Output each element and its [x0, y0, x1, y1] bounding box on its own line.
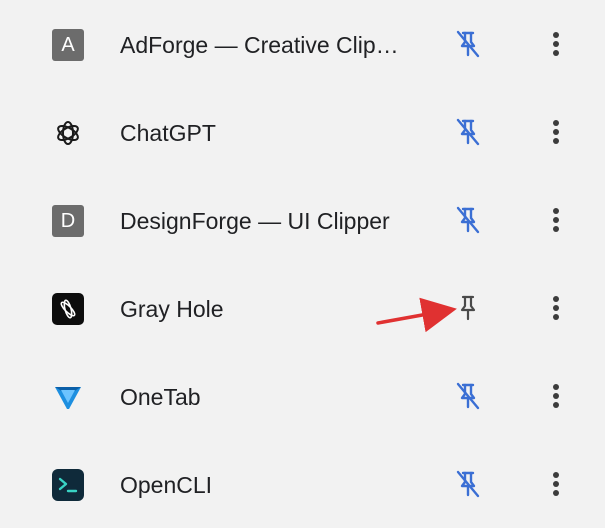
- more-options-button[interactable]: [540, 202, 572, 238]
- more-options-button[interactable]: [540, 290, 572, 326]
- extension-row-designforge: D DesignForge — UI Clipper: [0, 176, 605, 264]
- extensions-list: A AdForge — Creative Clip… ChatGPT D Des…: [0, 0, 605, 515]
- extension-name: AdForge — Creative Clip…: [120, 32, 399, 58]
- pin-off-icon: [456, 470, 480, 498]
- extension-row-chatgpt: ChatGPT: [0, 88, 605, 176]
- vertical-dots-icon: [553, 208, 559, 232]
- letter-d-icon-glyph: D: [52, 205, 84, 237]
- vertical-dots-icon: [553, 472, 559, 496]
- extension-name: ChatGPT: [120, 120, 216, 146]
- pin-off-icon: [456, 206, 480, 234]
- vertical-dots-icon: [553, 296, 559, 320]
- pin-off-icon: [456, 382, 480, 410]
- letter-d-icon: D: [52, 205, 84, 237]
- pin-icon: [460, 295, 476, 321]
- vertical-dots-icon: [553, 120, 559, 144]
- extension-row-adforge: A AdForge — Creative Clip…: [0, 0, 605, 88]
- vertical-dots-icon: [553, 32, 559, 56]
- letter-a-icon-glyph: A: [52, 29, 84, 61]
- unpin-button[interactable]: [450, 202, 486, 238]
- unpin-button[interactable]: [450, 26, 486, 62]
- extension-name: DesignForge — UI Clipper: [120, 208, 390, 234]
- extension-name: Gray Hole: [120, 296, 224, 322]
- more-options-button[interactable]: [540, 378, 572, 414]
- more-options-button[interactable]: [540, 26, 572, 62]
- onetab-funnel-icon: [52, 381, 84, 413]
- pin-off-icon: [456, 30, 480, 58]
- extension-row-onetab: OneTab: [0, 352, 605, 440]
- terminal-icon: [52, 469, 84, 501]
- pin-off-icon: [456, 118, 480, 146]
- letter-a-icon: A: [52, 29, 84, 61]
- vertical-dots-icon: [553, 384, 559, 408]
- more-options-button[interactable]: [540, 466, 572, 502]
- unpin-button[interactable]: [450, 114, 486, 150]
- gray-hole-icon: [52, 293, 84, 325]
- chatgpt-logo-icon: [52, 117, 84, 149]
- unpin-button[interactable]: [450, 466, 486, 502]
- unpin-button[interactable]: [450, 378, 486, 414]
- extension-row-gray-hole: Gray Hole: [0, 264, 605, 352]
- extension-name: OneTab: [120, 384, 201, 410]
- extension-name: OpenCLI: [120, 472, 213, 498]
- pin-button[interactable]: [450, 290, 486, 326]
- more-options-button[interactable]: [540, 114, 572, 150]
